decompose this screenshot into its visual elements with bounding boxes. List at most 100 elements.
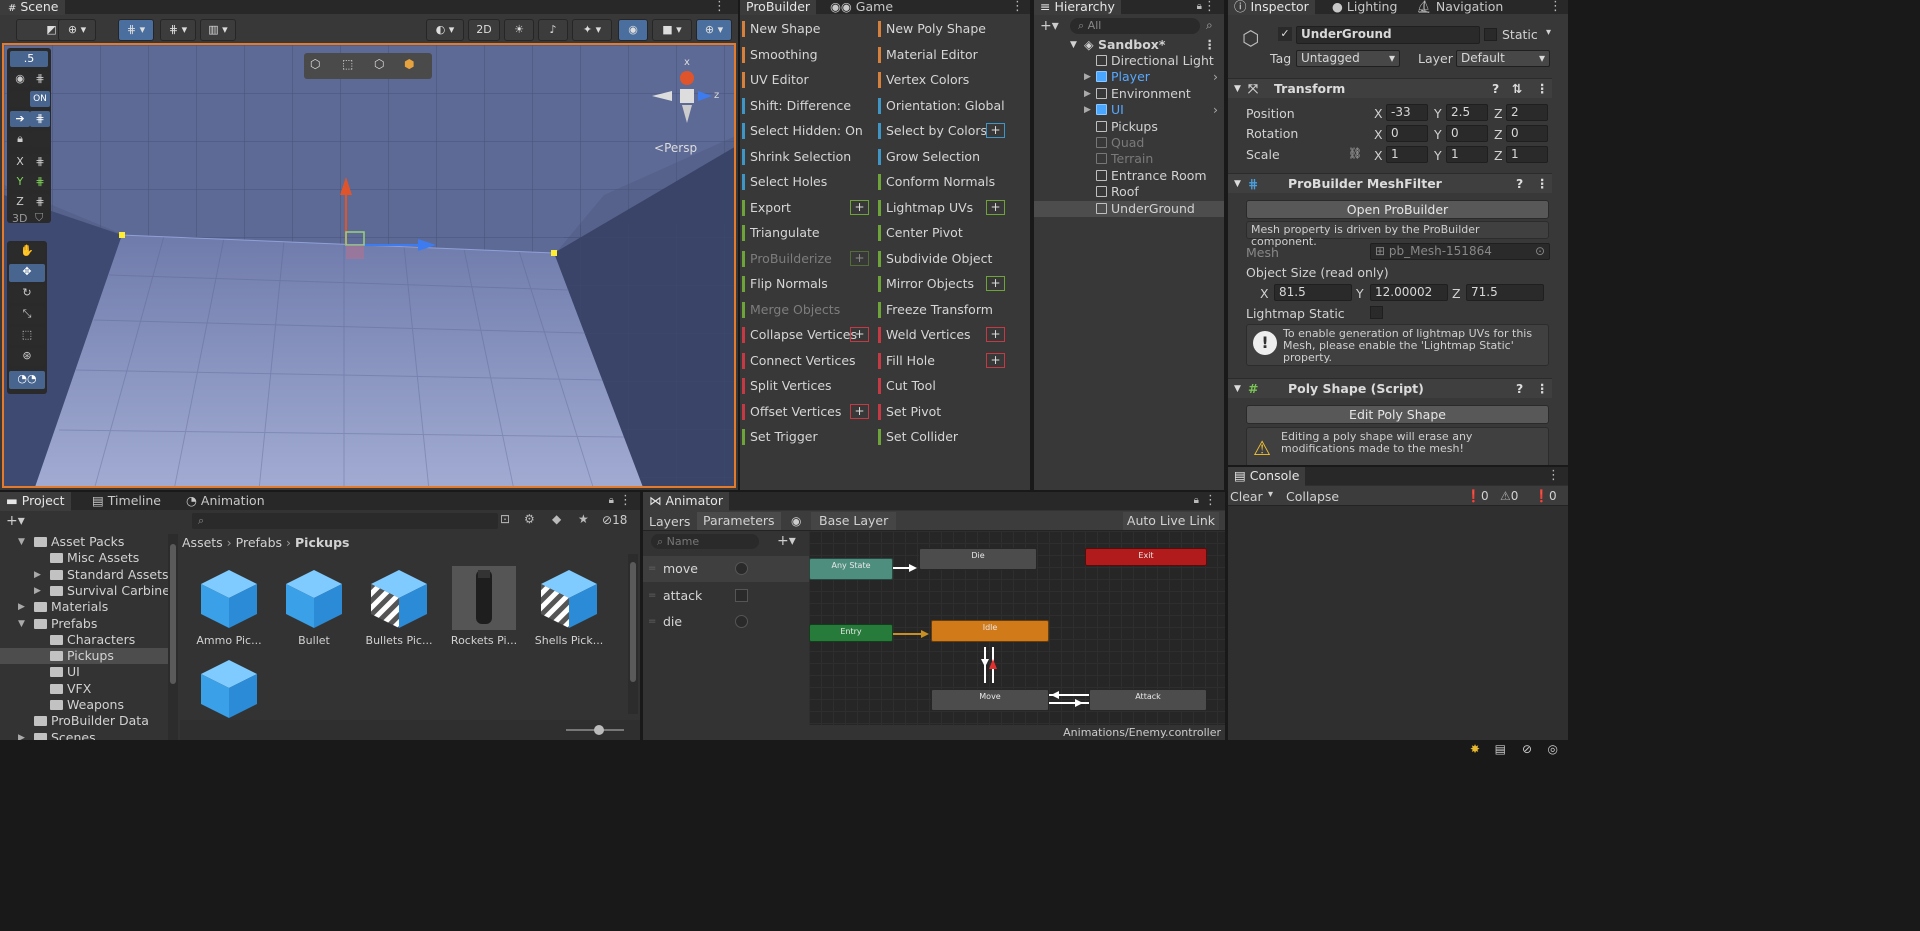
x-grid-icon[interactable]: ⋕ — [30, 154, 50, 170]
scene-menu-icon[interactable]: ⋮ — [1204, 37, 1217, 53]
state-move[interactable]: Move — [931, 689, 1049, 711]
inspector-menu-icon[interactable]: ⋮ — [1549, 0, 1562, 14]
project-folder-prefabs[interactable]: ▼ Prefabs — [0, 616, 168, 632]
rotation-x-field[interactable]: 0 — [1386, 125, 1428, 142]
project-folder-survival-carbine[interactable]: ▶ Survival Carbine — [0, 583, 168, 599]
asset-item[interactable]: Shells Pick... — [534, 566, 604, 647]
object-mode-icon[interactable]: ⬡ — [310, 57, 320, 71]
hierarchy-item-player[interactable]: ▶ Player › — [1034, 69, 1224, 85]
add-parameter-button[interactable]: +▾ — [777, 533, 796, 549]
rotation-z-label[interactable]: Z — [1494, 127, 1503, 142]
layers-tab[interactable]: Layers — [649, 514, 690, 529]
object-name-input[interactable]: UnderGround — [1296, 26, 1480, 44]
rotate-tool-icon[interactable]: ↻ — [9, 285, 45, 303]
edge-mode-icon[interactable]: ⬡ — [374, 57, 384, 71]
scale-tool-icon[interactable]: ⤡ — [9, 306, 45, 324]
project-folder-materials[interactable]: ▶ Materials — [0, 599, 168, 615]
open-prefab-chevron-icon[interactable]: › — [1213, 102, 1218, 118]
pb-action-shift-difference[interactable]: Shift: Difference — [742, 96, 851, 116]
pb-action-split-vertices[interactable]: Split Vertices — [742, 376, 832, 396]
console-menu-icon[interactable]: ⋮ — [1547, 469, 1560, 483]
pb-action-weld-vertices[interactable]: Weld Vertices — [878, 325, 971, 345]
hierarchy-item-terrain[interactable]: Terrain — [1034, 151, 1224, 167]
hierarchy-item-underground[interactable]: UnderGround — [1034, 200, 1224, 217]
pb-action-set-collider[interactable]: Set Collider — [878, 427, 958, 447]
pb-action-select-hidden-on[interactable]: Select Hidden: On — [742, 121, 863, 141]
position-x-field[interactable]: -33 — [1386, 104, 1428, 121]
parameter-attack[interactable]: = attack — [643, 583, 809, 609]
drag-handle-icon[interactable]: = — [648, 609, 656, 635]
lightmap-static-checkbox[interactable] — [1370, 306, 1383, 319]
pb-options-plus-icon[interactable]: + — [850, 250, 869, 266]
scene-viewport[interactable]: ⬡ ⬚ ⬡ ⬢ x z <Persp .5 ◉ ⋕ ON ➔ ⋕ 🔒︎ X ⋕ … — [2, 43, 736, 488]
pb-action-probuilderize[interactable]: ProBuilderize — [742, 249, 832, 269]
asset-item[interactable]: Rockets Pi... — [449, 566, 519, 647]
open-prefab-chevron-icon[interactable]: › — [1213, 69, 1218, 85]
pb-options-plus-icon[interactable]: + — [986, 276, 1005, 291]
pb-action-new-poly-shape[interactable]: New Poly Shape — [878, 19, 986, 39]
pb-action-flip-normals[interactable]: Flip Normals — [742, 274, 828, 294]
shading-dropdown[interactable]: ◐ ▾ — [426, 19, 464, 41]
breadcrumb-prefabs[interactable]: Prefabs — [236, 535, 282, 550]
active-checkbox[interactable]: ✓ — [1278, 27, 1292, 41]
rect-tool-icon[interactable]: ⬚ — [9, 327, 45, 345]
asset-item[interactable]: Bullet — [279, 566, 349, 647]
pb-options-plus-icon[interactable]: + — [986, 199, 1005, 215]
parameters-tab[interactable]: Parameters — [697, 512, 781, 530]
tree-scrollbar[interactable] — [168, 534, 178, 740]
pb-action-select-holes[interactable]: Select Holes — [742, 172, 827, 192]
pb-action-lightmap-uvs[interactable]: Lightmap UVs — [878, 198, 973, 218]
project-folder-weapons[interactable]: Weapons — [0, 697, 168, 713]
shield-icon[interactable]: ⛉ — [35, 211, 43, 225]
pb-action-center-pivot[interactable]: Center Pivot — [878, 223, 963, 243]
project-folder-ui[interactable]: UI — [0, 664, 168, 680]
custom-tool-icon[interactable]: ◔◔ — [9, 371, 45, 389]
favorite-star-icon[interactable]: ★ — [578, 512, 589, 526]
tab-game[interactable]: ◉◉ Game — [824, 0, 899, 15]
x-axis-label[interactable]: X — [10, 154, 30, 170]
grid-snap-button[interactable]: ⋕ ▾ — [118, 19, 154, 41]
z-grid-icon[interactable]: ⋕ — [30, 194, 50, 210]
pb-options-plus-icon[interactable]: + — [850, 199, 869, 215]
drag-handle-icon[interactable]: = — [648, 556, 656, 582]
pb-action-grow-selection[interactable]: Grow Selection — [878, 147, 980, 167]
y-axis-label[interactable]: Y — [10, 174, 30, 190]
info-count[interactable]: ❗0 — [1466, 489, 1489, 503]
drag-handle-icon[interactable]: = — [648, 583, 656, 609]
collapsed-arrow-icon[interactable]: ▶ — [18, 599, 25, 615]
scale-x-label[interactable]: X — [1374, 148, 1383, 163]
bool-radio[interactable] — [735, 562, 748, 575]
incremental-snap-button[interactable]: ⋕ ▾ — [160, 19, 196, 41]
trigger-checkbox[interactable] — [735, 588, 748, 602]
state-idle[interactable]: Idle — [931, 620, 1049, 642]
tag-dropdown[interactable]: Untagged ▾ — [1296, 50, 1400, 67]
hand-tool-icon[interactable]: ✋ — [9, 243, 45, 261]
grid-snap-icon[interactable]: ⋕ — [30, 111, 50, 127]
help-icon[interactable]: ? — [1516, 379, 1523, 399]
collapsed-arrow-icon[interactable]: ▶ — [18, 730, 25, 740]
hierarchy-item-entrance-room[interactable]: Entrance Room — [1034, 168, 1224, 184]
hierarchy-add-button[interactable]: +▾ — [1040, 18, 1059, 34]
hierarchy-menu-icon[interactable]: ⋮ — [1203, 0, 1216, 14]
pb-options-plus-icon[interactable]: + — [850, 403, 869, 419]
pb-options-plus-icon[interactable]: + — [986, 352, 1005, 368]
audio-toggle[interactable]: ♪ — [538, 19, 568, 41]
position-y-field[interactable]: 2.5 — [1446, 104, 1488, 121]
cache-server-icon[interactable]: ▤ — [1495, 742, 1506, 756]
transform-tool-icon[interactable]: ⊛ — [9, 348, 45, 366]
mode-3d-label[interactable]: 3D — [12, 212, 27, 225]
pb-action-vertex-colors[interactable]: Vertex Colors — [878, 70, 969, 90]
pb-action-export[interactable]: Export — [742, 198, 791, 218]
pb-action-new-shape[interactable]: New Shape — [742, 19, 820, 39]
pb-action-smoothing[interactable]: Smoothing — [742, 45, 818, 65]
pb-action-set-pivot[interactable]: Set Pivot — [878, 402, 941, 422]
pb-action-freeze-transform[interactable]: Freeze Transform — [878, 300, 993, 320]
align-button[interactable]: ▥ ▾ — [200, 19, 236, 41]
persp-label[interactable]: <Persp — [654, 141, 697, 155]
state-attack[interactable]: Attack — [1089, 689, 1207, 711]
vertex-mode-icon[interactable]: ⬚ — [342, 57, 353, 71]
layer-dropdown[interactable]: Default ▾ — [1456, 50, 1550, 67]
pb-action-triangulate[interactable]: Triangulate — [742, 223, 820, 243]
pb-action-select-by-colors[interactable]: Select by Colors — [878, 121, 987, 141]
hierarchy-item-directional-light[interactable]: Directional Light — [1034, 53, 1224, 69]
